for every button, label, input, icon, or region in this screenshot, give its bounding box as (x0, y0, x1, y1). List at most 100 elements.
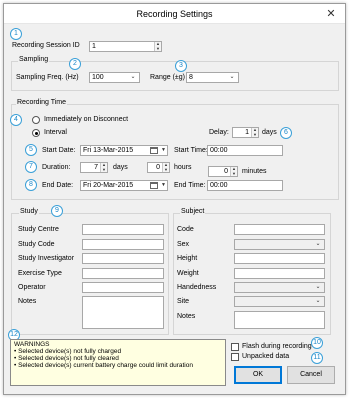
duration-days-input[interactable]: 7 ▲ ▼ (80, 162, 108, 173)
spin-updown-icon[interactable]: ▲ ▼ (154, 42, 161, 51)
badge-8: 8 (25, 179, 37, 191)
delay-label: Delay: (209, 129, 229, 136)
end-time-label: End Time: (174, 182, 206, 189)
start-date-label: Start Date: (42, 147, 76, 154)
duration-days-value: 7 (94, 164, 98, 171)
end-date-value: Fri 20-Mar-2015 (83, 182, 134, 189)
study-centre-label: Study Centre (18, 226, 59, 233)
badge-2: 2 (69, 58, 81, 70)
height-label: Height (177, 255, 198, 262)
end-date-picker[interactable]: Fri 20-Mar-2015 ▼ (80, 180, 168, 191)
title-bar: Recording Settings ✕ (4, 4, 345, 24)
subject-code-input[interactable] (234, 224, 325, 235)
range-select[interactable]: 8 ⌄ (186, 72, 239, 83)
duration-hours-input[interactable]: 0 ▲ ▼ (147, 162, 170, 173)
delay-value: 1 (245, 129, 249, 136)
site-select[interactable]: ⌄ (234, 296, 325, 307)
end-time-input[interactable]: 00:00 (207, 180, 283, 191)
sampling-group-title: Sampling (18, 56, 50, 63)
warning-item: • Selected device(s) current battery cha… (14, 362, 193, 369)
subject-notes-label: Notes (177, 313, 196, 320)
close-icon[interactable]: ✕ (325, 8, 337, 20)
chevron-down-icon: ⌄ (315, 241, 321, 247)
start-time-label: Start Time: (174, 147, 208, 154)
start-time-input[interactable]: 00:00 (207, 145, 283, 156)
cancel-button[interactable]: Cancel (287, 366, 335, 384)
badge-11: 11 (311, 352, 323, 364)
chevron-down-icon: ⌄ (315, 298, 321, 304)
warning-item: • Selected device(s) not fully cleared (14, 355, 119, 362)
study-code-input[interactable] (82, 239, 164, 250)
sampling-freq-select[interactable]: 100 ⌄ (89, 72, 140, 83)
chevron-down-icon: ⌄ (229, 74, 235, 80)
interval-label: Interval (44, 129, 67, 136)
sex-select[interactable]: ⌄ (234, 239, 325, 250)
calendar-icon[interactable] (150, 182, 158, 189)
badge-9: 9 (51, 205, 63, 217)
warnings-panel: WARNINGS • Selected device(s) not fully … (10, 339, 226, 386)
range-label: Range (±g) (150, 74, 185, 81)
subject-group-title: Subject (180, 208, 206, 215)
study-centre-input[interactable] (82, 224, 164, 235)
badge-6: 6 (280, 127, 292, 139)
delay-input[interactable]: 1 ▲ ▼ (232, 127, 259, 138)
badge-5: 5 (25, 144, 37, 156)
study-code-label: Study Code (18, 241, 55, 248)
badge-1: 1 (10, 28, 22, 40)
spin-updown-icon[interactable]: ▲ ▼ (100, 163, 107, 172)
ok-button[interactable]: OK (234, 366, 282, 384)
subject-code-label: Code (177, 226, 194, 233)
immediately-radio[interactable] (32, 116, 40, 124)
handedness-select[interactable]: ⌄ (234, 282, 325, 293)
badge-3: 3 (175, 60, 187, 72)
operator-input[interactable] (82, 282, 164, 293)
session-id-label: Recording Session ID (12, 42, 80, 49)
duration-minutes-value: 0 (224, 168, 228, 175)
weight-input[interactable] (234, 268, 325, 279)
start-date-value: Fri 13-Mar-2015 (83, 147, 134, 154)
chevron-down-icon: ⌄ (130, 74, 136, 80)
sex-label: Sex (177, 241, 190, 248)
sampling-freq-label: Sampling Freq. (Hz) (16, 74, 79, 81)
start-time-value: 00:00 (210, 147, 228, 154)
recording-settings-dialog: Recording Settings ✕ 1 Recording Session… (3, 3, 346, 395)
interval-radio[interactable] (32, 129, 40, 137)
chevron-down-icon: ⌄ (315, 284, 321, 290)
calendar-icon[interactable] (150, 147, 158, 154)
duration-label: Duration: (42, 164, 71, 171)
badge-7: 7 (25, 161, 37, 173)
weight-label: Weight (177, 270, 199, 277)
subject-notes-input[interactable] (234, 311, 325, 329)
duration-minutes-input[interactable]: 0 ▲ ▼ (208, 166, 238, 177)
immediately-label: Immediately on Disconnect (44, 116, 129, 123)
sampling-freq-value: 100 (92, 74, 104, 81)
session-id-input[interactable]: 1 ▲ ▼ (89, 41, 162, 52)
duration-days-unit: days (113, 164, 128, 171)
chevron-down-icon[interactable]: ▼ (160, 146, 167, 155)
chevron-down-icon[interactable]: ▼ (160, 181, 167, 190)
spin-updown-icon[interactable]: ▲ ▼ (251, 128, 258, 137)
exercise-type-label: Exercise Type (18, 270, 62, 277)
end-date-label: End Date: (42, 182, 74, 189)
unpacked-checkbox[interactable] (231, 353, 239, 361)
flash-checkbox[interactable] (231, 343, 239, 351)
site-label: Site (177, 298, 190, 305)
exercise-type-input[interactable] (82, 268, 164, 279)
study-notes-input[interactable] (82, 296, 164, 329)
start-date-picker[interactable]: Fri 13-Mar-2015 ▼ (80, 145, 168, 156)
warning-item: • Selected device(s) not fully charged (14, 348, 122, 355)
badge-4: 4 (10, 114, 22, 126)
window-title: Recording Settings (136, 9, 213, 19)
spin-updown-icon[interactable]: ▲ ▼ (162, 163, 169, 172)
duration-minutes-unit: minutes (242, 168, 267, 175)
study-investigator-input[interactable] (82, 253, 164, 264)
session-id-value: 1 (92, 43, 96, 50)
height-input[interactable] (234, 253, 325, 264)
duration-hours-value: 0 (156, 164, 160, 171)
delay-unit: days (262, 129, 277, 136)
operator-label: Operator (18, 284, 46, 291)
warnings-title: WARNINGS (14, 341, 50, 348)
badge-10: 10 (311, 337, 323, 349)
spin-updown-icon[interactable]: ▲ ▼ (230, 167, 237, 176)
range-value: 8 (189, 74, 193, 81)
